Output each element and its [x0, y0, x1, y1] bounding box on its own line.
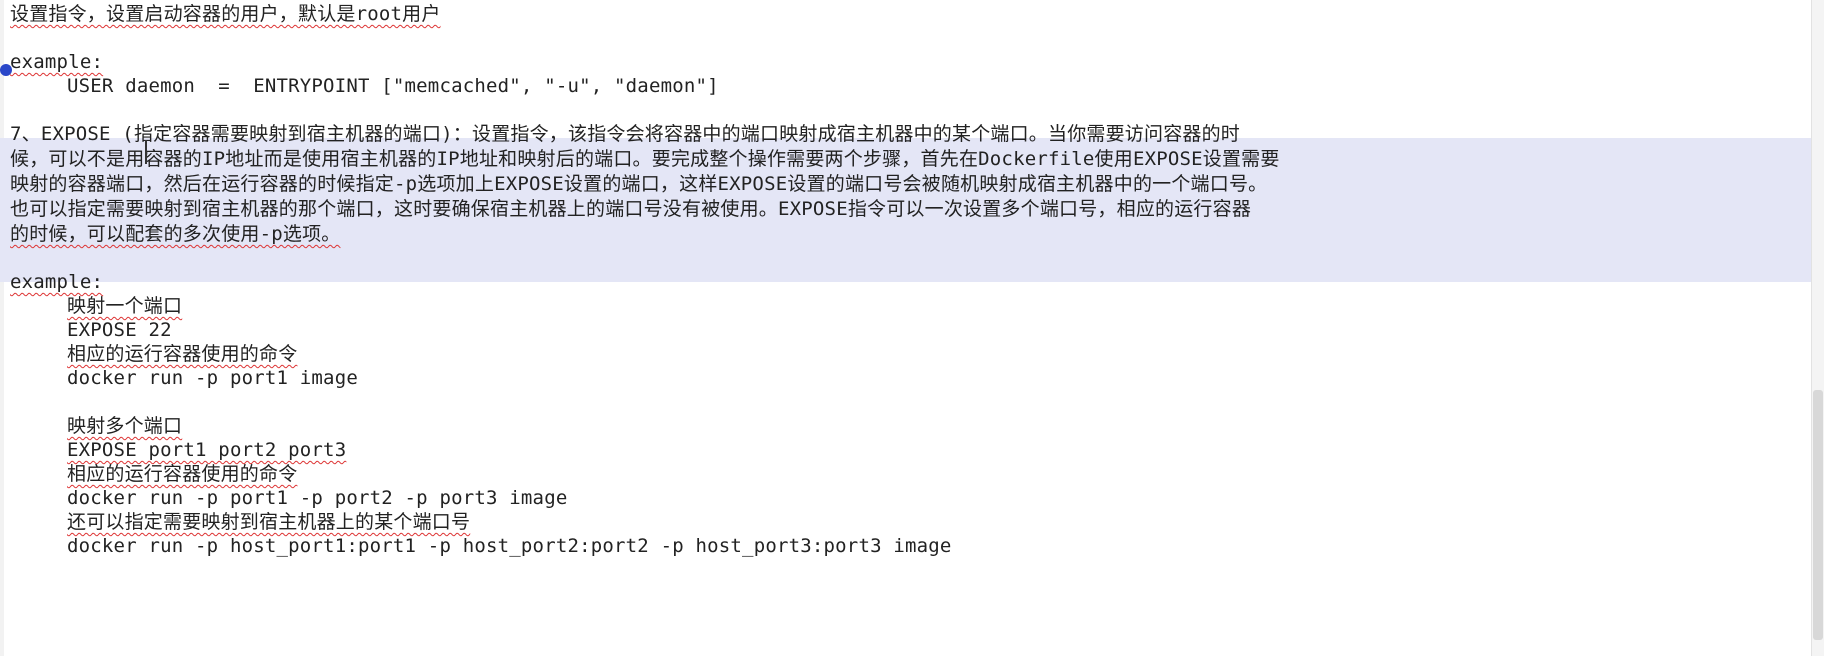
text-editor[interactable]: 设置指令，设置启动容器的用户，默认是root用户 example: USER d… — [0, 0, 1812, 656]
scrollbar-thumb[interactable] — [1813, 390, 1823, 640]
code-line: USER daemon = ENTRYPOINT ["memcached", "… — [67, 75, 719, 97]
editor-gutter — [0, 0, 4, 656]
code-line: docker run -p host_port1:port1 -p host_p… — [67, 535, 952, 557]
vertical-scrollbar[interactable] — [1811, 0, 1824, 656]
text-line: 设置指令，设置启动容器的用户，默认是root用户 — [10, 3, 441, 25]
code-line: docker run -p port1 image — [67, 367, 358, 389]
text-cursor — [145, 140, 147, 164]
text-line: 的时候，可以配套的多次使用-p选项。 — [10, 223, 341, 245]
